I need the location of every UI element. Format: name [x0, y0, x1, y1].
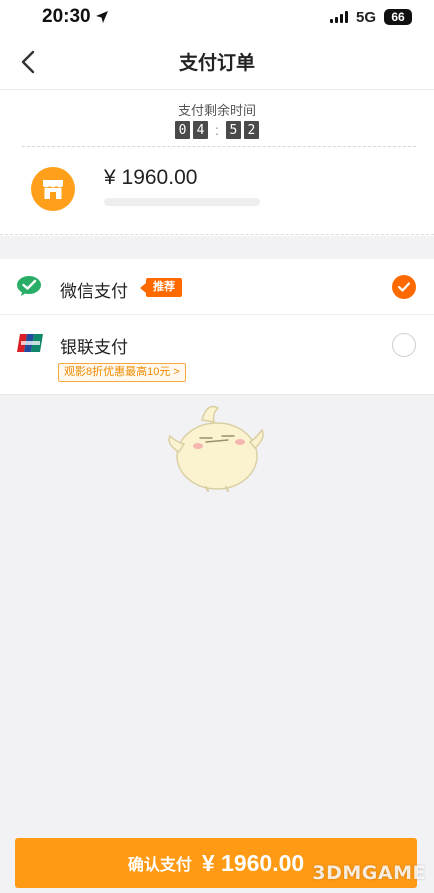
page-title: 支付订单	[178, 53, 255, 74]
divider	[22, 146, 416, 147]
selected-check-icon[interactable]	[392, 275, 416, 299]
countdown-digit: 2	[243, 121, 259, 139]
payment-name: 银联支付	[60, 338, 128, 357]
order-amount: ¥ 1960.00	[104, 166, 198, 189]
payment-method-list: 微信支付 推荐 银联支付 观影8折优惠最高10元 >	[0, 259, 434, 395]
recommend-tag-label: 推荐	[146, 278, 182, 297]
unionpay-icon	[17, 334, 43, 352]
payment-name: 微信支付	[60, 282, 128, 301]
status-bar: 20:30 5G 66	[0, 0, 434, 34]
watermark: 3DMGAME	[312, 862, 426, 884]
battery-icon: 66	[384, 9, 412, 25]
payment-option-unionpay[interactable]: 银联支付 观影8折优惠最高10元 >	[0, 315, 434, 395]
signal-icon	[329, 11, 348, 23]
battery-level: 66	[391, 10, 405, 24]
nav-bar: 支付订单	[0, 34, 434, 90]
back-button[interactable]	[14, 48, 42, 76]
location-arrow-icon	[95, 11, 108, 23]
unselected-radio-icon[interactable]	[392, 333, 416, 357]
promo-badge[interactable]: 观影8折优惠最高10元 >	[58, 363, 186, 382]
recommend-tag: 推荐	[140, 278, 182, 297]
order-detail-blurred	[104, 198, 260, 206]
wechat-pay-icon	[17, 276, 41, 296]
store-icon	[31, 167, 75, 211]
order-card: 支付剩余时间 0 4 : 5 2 ¥ 1960.00	[0, 90, 434, 236]
countdown-label: 支付剩余时间	[177, 103, 256, 118]
confirm-pay-label: 确认支付	[127, 857, 192, 874]
countdown-digit: 5	[225, 121, 241, 139]
countdown-separator: :	[215, 122, 219, 138]
countdown-digit: 4	[193, 121, 209, 139]
confirm-pay-price: ¥ 1960.00	[201, 849, 305, 876]
mascot-illustration	[168, 405, 264, 492]
divider	[0, 234, 434, 235]
chevron-left-icon	[21, 50, 35, 74]
network-type: 5G	[355, 8, 376, 26]
countdown-digit: 0	[175, 121, 191, 139]
status-time: 20:30	[42, 6, 91, 27]
countdown-timer: 0 4 : 5 2	[0, 121, 434, 139]
payment-option-wechat[interactable]: 微信支付 推荐	[0, 259, 434, 315]
